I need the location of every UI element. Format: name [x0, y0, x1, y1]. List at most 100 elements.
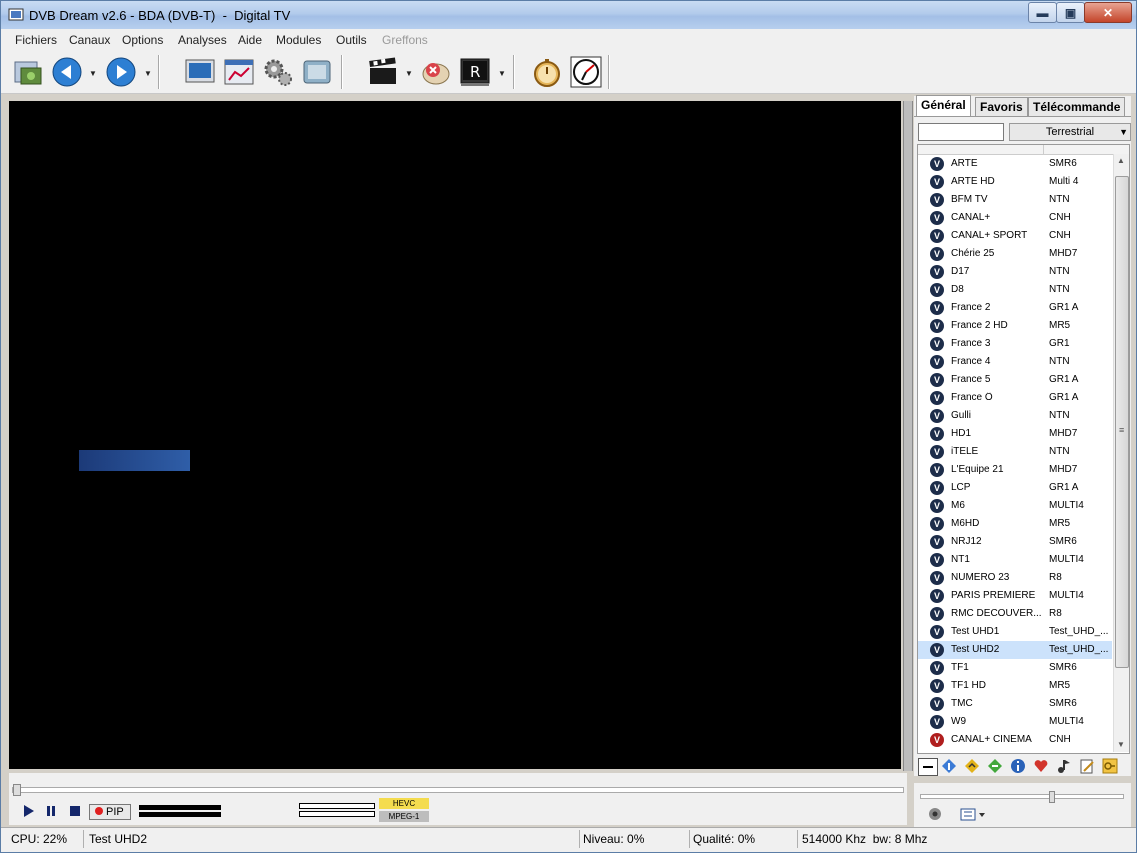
channel-row[interactable]: V NRJ12 SMR6	[918, 533, 1112, 551]
video-codec-badge: HEVC	[379, 798, 429, 809]
menu-greffons: Greffons	[382, 33, 428, 47]
channel-row[interactable]: V CANAL+ CINEMA CNH	[918, 731, 1112, 749]
channel-row[interactable]: V TMC SMR6	[918, 695, 1112, 713]
channel-name: L'Equipe 21	[951, 464, 1004, 475]
channel-row[interactable]: V France 2 HD MR5	[918, 317, 1112, 335]
channel-row[interactable]: V HD1 MHD7	[918, 425, 1112, 443]
pip-button[interactable]: PIP	[89, 804, 131, 820]
tab-general[interactable]: Général	[916, 95, 971, 117]
channel-logo-icon: V	[930, 337, 944, 351]
channel-row[interactable]: V Gulli NTN	[918, 407, 1112, 425]
channel-row[interactable]: V TF1 SMR6	[918, 659, 1112, 677]
network-select[interactable]: Terrestrial ▼	[1009, 123, 1131, 141]
settings-gears-icon	[264, 59, 292, 86]
channel-row[interactable]: V CANAL+ CNH	[918, 209, 1112, 227]
channel-logo-icon: V	[930, 589, 944, 603]
channel-row[interactable]: V ARTE HD Multi 4	[918, 173, 1112, 191]
info-button[interactable]	[1010, 758, 1026, 774]
timer-button[interactable]	[530, 55, 564, 89]
title-bar[interactable]: DVB Dream v2.6 - BDA (DVB-T) - Digital T…	[1, 1, 1136, 29]
maximize-button[interactable]: ▣	[1056, 2, 1085, 23]
play-button[interactable]	[21, 803, 37, 819]
channel-row[interactable]: V France 4 NTN	[918, 353, 1112, 371]
channel-row[interactable]: V RMC DECOUVER... R8	[918, 605, 1112, 623]
menu-options[interactable]: Options	[122, 33, 163, 47]
info-blue-button[interactable]	[941, 758, 957, 774]
channel-row[interactable]: V France 2 GR1 A	[918, 299, 1112, 317]
back-button[interactable]	[50, 55, 84, 89]
channel-logo-icon: V	[930, 247, 944, 261]
edit-button[interactable]	[1079, 758, 1095, 774]
menu-outils[interactable]: Outils	[336, 33, 367, 47]
recorder-dropdown-icon[interactable]: ▼	[498, 69, 506, 78]
volume-slider[interactable]	[920, 791, 1124, 803]
minus-button[interactable]	[918, 758, 938, 776]
tv-screen-button[interactable]	[183, 55, 217, 89]
speaker-button[interactable]	[928, 807, 942, 824]
menu-canaux[interactable]: Canaux	[69, 33, 110, 47]
channel-row[interactable]: V Chérie 25 MHD7	[918, 245, 1112, 263]
menu-analyses[interactable]: Analyses	[178, 33, 227, 47]
picture-button[interactable]	[300, 55, 334, 89]
menu-modules[interactable]: Modules	[276, 33, 321, 47]
channel-row[interactable]: V TF1 HD MR5	[918, 677, 1112, 695]
open-file-button[interactable]	[11, 55, 45, 89]
seek-slider[interactable]	[12, 784, 904, 796]
record-button[interactable]	[366, 55, 400, 89]
channel-row[interactable]: V NUMERO 23 R8	[918, 569, 1112, 587]
channel-row[interactable]: V Test UHD2 Test_UHD_...	[918, 641, 1112, 659]
aspect-button[interactable]	[960, 807, 986, 824]
forward-button[interactable]	[104, 55, 138, 89]
channel-row[interactable]: V France 5 GR1 A	[918, 371, 1112, 389]
channel-row[interactable]: V LCP GR1 A	[918, 479, 1112, 497]
channel-row[interactable]: V France Ô GR1 A	[918, 389, 1112, 407]
diamond-yellow-button[interactable]	[964, 758, 980, 774]
seek-thumb[interactable]	[13, 784, 21, 796]
channel-row[interactable]: V D8 NTN	[918, 281, 1112, 299]
heart-button[interactable]	[1033, 758, 1049, 774]
channel-name: France Ô	[951, 392, 993, 403]
scheduler-button[interactable]	[569, 55, 603, 89]
scroll-up-icon[interactable]: ▲	[1117, 156, 1125, 165]
epg-window-button[interactable]	[222, 55, 256, 89]
channel-row[interactable]: V CANAL+ SPORT CNH	[918, 227, 1112, 245]
pause-button[interactable]	[43, 803, 59, 819]
menu-aide[interactable]: Aide	[238, 33, 262, 47]
vertical-splitter[interactable]	[903, 101, 913, 771]
channel-list[interactable]: V ARTE SMR6 V ARTE HD Multi 4 V BFM TV NTN V CANAL…	[917, 144, 1130, 754]
tab-favoris[interactable]: Favoris	[975, 97, 1028, 116]
channel-row[interactable]: V NT1 MULTI4	[918, 551, 1112, 569]
volume-thumb[interactable]	[1049, 791, 1055, 803]
music-button[interactable]	[1056, 758, 1072, 774]
record-dropdown-icon[interactable]: ▼	[405, 69, 413, 78]
channel-row[interactable]: V ARTE SMR6	[918, 155, 1112, 173]
stop-button[interactable]	[67, 803, 83, 819]
channel-row[interactable]: V M6 MULTI4	[918, 497, 1112, 515]
channel-list-scrollbar[interactable]: ▲ ≡ ▼	[1113, 154, 1129, 752]
stop-record-button[interactable]	[419, 55, 453, 89]
diamond-green-button[interactable]	[987, 758, 1003, 774]
back-dropdown-icon[interactable]: ▼	[89, 69, 97, 78]
scroll-down-icon[interactable]: ▼	[1117, 740, 1125, 749]
channel-row[interactable]: V Test UHD1 Test_UHD_...	[918, 623, 1112, 641]
channel-row[interactable]: ViTELE NTN	[918, 443, 1112, 461]
chevron-down-icon: ▼	[1119, 127, 1128, 137]
channel-row[interactable]: V M6HD MR5	[918, 515, 1112, 533]
close-button[interactable]: ✕	[1084, 2, 1132, 23]
menu-fichiers[interactable]: Fichiers	[15, 33, 57, 47]
settings-button[interactable]	[261, 55, 295, 89]
forward-dropdown-icon[interactable]: ▼	[144, 69, 152, 78]
channel-row[interactable]: V W9 MULTI4	[918, 713, 1112, 731]
key-button[interactable]	[1102, 758, 1118, 774]
channel-filter-input[interactable]	[918, 123, 1004, 141]
channel-row[interactable]: V PARIS PREMIERE MULTI4	[918, 587, 1112, 605]
tab-telecommande[interactable]: Télécommande	[1028, 97, 1126, 116]
channel-row[interactable]: V L'Equipe 21 MHD7	[918, 461, 1112, 479]
recorder-button[interactable]: R	[458, 55, 492, 89]
scrollbar-thumb[interactable]: ≡	[1115, 176, 1129, 668]
channel-row[interactable]: V France 3 GR1	[918, 335, 1112, 353]
channel-row[interactable]: V D17 NTN	[918, 263, 1112, 281]
channel-row[interactable]: V BFM TV NTN	[918, 191, 1112, 209]
minimize-button[interactable]: ▬	[1028, 2, 1057, 23]
video-area[interactable]	[9, 101, 901, 769]
